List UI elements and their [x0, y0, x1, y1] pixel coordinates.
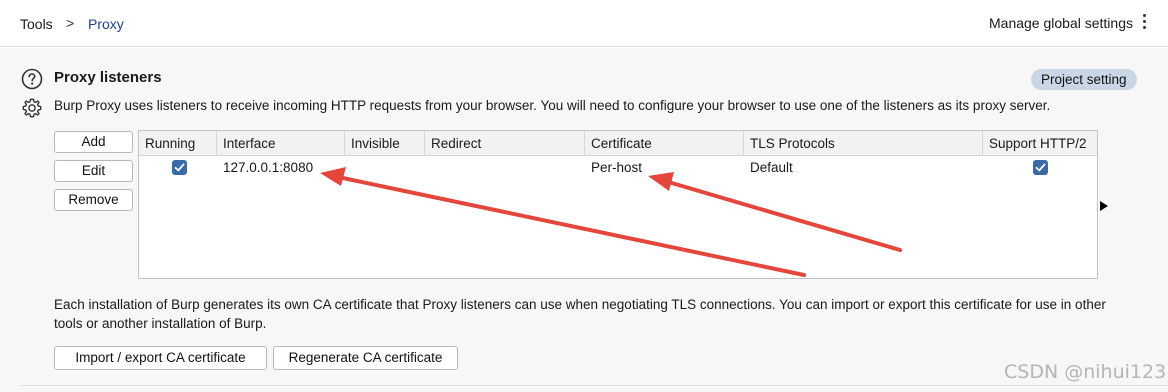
certificate-cell: Per-host	[591, 160, 643, 175]
watermark: CSDN @nihui123	[1004, 361, 1167, 383]
more-options-icon[interactable]	[1143, 14, 1147, 32]
manage-global-settings-link[interactable]: Manage global settings	[989, 15, 1133, 31]
column-header-support-http2[interactable]: Support HTTP/2	[983, 131, 1097, 156]
breadcrumb-tools[interactable]: Tools	[20, 16, 53, 32]
column-header-running[interactable]: Running	[139, 131, 217, 156]
column-header-interface[interactable]: Interface	[217, 131, 345, 156]
section-divider	[20, 385, 1168, 386]
column-header-tls-protocols[interactable]: TLS Protocols	[744, 131, 983, 156]
interface-cell: 127.0.0.1:8080	[223, 160, 314, 175]
column-header-certificate[interactable]: Certificate	[585, 131, 744, 156]
top-bar: Tools > Proxy Manage global settings	[0, 0, 1168, 47]
table-header: Running Interface Invisible Redirect Cer…	[139, 131, 1097, 156]
section-description: Burp Proxy uses listeners to receive inc…	[54, 98, 1051, 113]
project-setting-badge[interactable]: Project setting	[1031, 69, 1137, 90]
import-export-ca-button[interactable]: Import / export CA certificate	[54, 346, 267, 370]
help-icon[interactable]	[21, 68, 43, 90]
column-header-redirect[interactable]: Redirect	[425, 131, 585, 156]
add-listener-button[interactable]: Add	[54, 131, 133, 153]
column-header-invisible[interactable]: Invisible	[345, 131, 425, 156]
support-http2-checkbox[interactable]	[1033, 160, 1048, 175]
listeners-table: Running Interface Invisible Redirect Cer…	[138, 130, 1098, 279]
proxy-settings-panel: Proxy listeners Burp Proxy uses listener…	[0, 48, 1168, 392]
section-title: Proxy listeners	[54, 69, 162, 86]
scroll-right-arrow-icon[interactable]	[1100, 201, 1108, 211]
running-checkbox[interactable]	[172, 160, 187, 175]
remove-listener-button[interactable]: Remove	[54, 189, 133, 211]
gear-icon[interactable]	[21, 97, 43, 119]
ca-info-text: Each installation of Burp generates its …	[54, 297, 1106, 331]
tls-protocols-cell: Default	[750, 160, 793, 175]
breadcrumb-proxy[interactable]: Proxy	[88, 16, 124, 32]
breadcrumb-separator: >	[66, 15, 75, 31]
regenerate-ca-button[interactable]: Regenerate CA certificate	[273, 346, 458, 370]
edit-listener-button[interactable]: Edit	[54, 160, 133, 182]
